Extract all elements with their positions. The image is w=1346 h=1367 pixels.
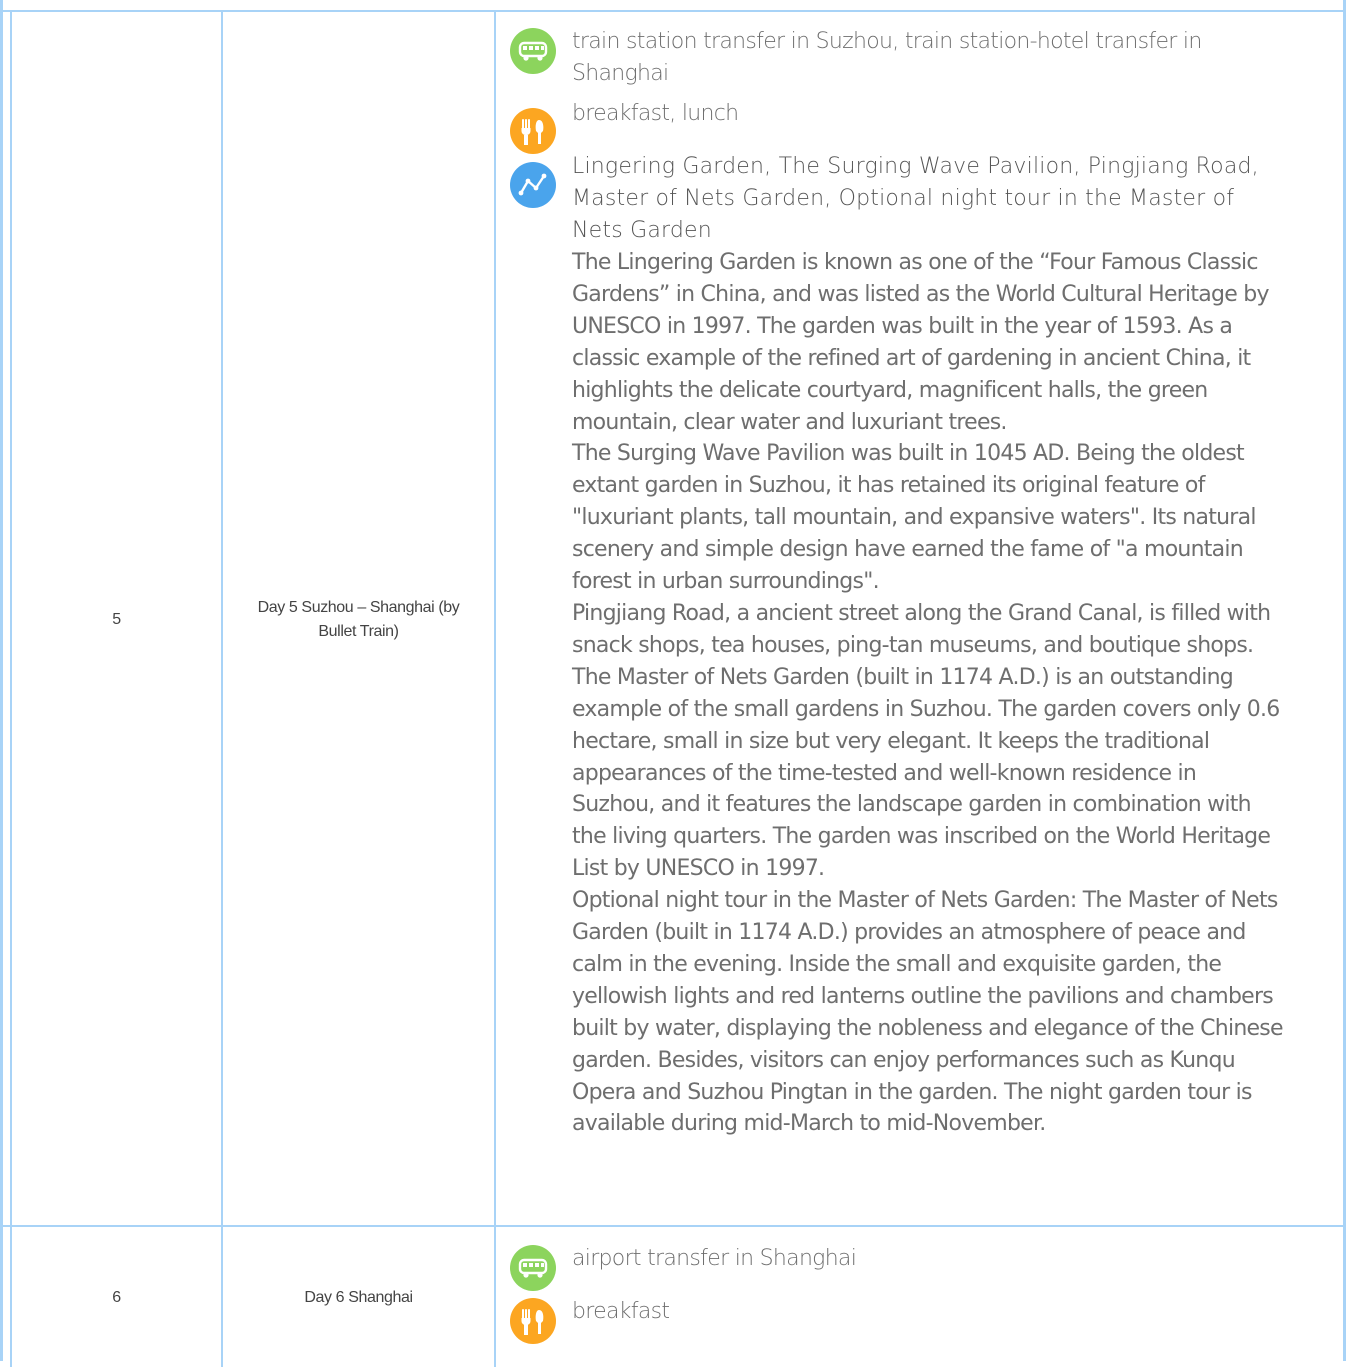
- day-number: 5: [112, 610, 121, 628]
- transfer-text: airport transfer in Shanghai: [572, 1246, 857, 1271]
- sights-item: Lingering Garden, The Surging Wave Pavil…: [510, 151, 1284, 1140]
- master-of-nets-garden-paragraph: The Master of Nets Garden (built in 1174…: [572, 664, 1280, 882]
- transfer-item: airport transfer in Shanghai: [510, 1243, 1283, 1291]
- day-number: 6: [112, 1289, 121, 1306]
- transfer-text: train station transfer in Suzhou, train …: [572, 29, 1202, 86]
- lingering-garden-paragraph: The Lingering Garden is known as one of …: [572, 250, 1270, 435]
- day-detail-cell: airport transfer in Shanghai breakfast: [494, 1227, 1343, 1367]
- day-title-cell: Day 5 Suzhou – Shanghai (by Bullet Train…: [221, 12, 494, 1227]
- day-title: Day 5 Suzhou – Shanghai (by Bullet Train…: [257, 598, 460, 640]
- itinerary-table: 5 Day 5 Suzhou – Shanghai (by Bullet Tra…: [0, 0, 1346, 1367]
- table-row: 6 Day 6 Shanghai airport transfer in Sha…: [3, 1225, 1343, 1367]
- transfer-item: train station transfer in Suzhou, train …: [510, 26, 1283, 90]
- fork-knife-icon: [510, 108, 556, 154]
- meals-item: breakfast: [510, 1296, 1283, 1344]
- day-number-cell: 6: [10, 1227, 221, 1367]
- surging-wave-pavilion-paragraph: The Surging Wave Pavilion was built in 1…: [572, 441, 1256, 595]
- meals-text: breakfast, lunch: [572, 101, 739, 126]
- day-title: Day 6 Shanghai: [304, 1289, 413, 1306]
- table-row: 5 Day 5 Suzhou – Shanghai (by Bullet Tra…: [3, 10, 1343, 1227]
- day-number-cell: 5: [10, 12, 221, 1227]
- bus-icon: [510, 1245, 556, 1291]
- bus-icon: [510, 28, 556, 74]
- pingjiang-road-paragraph: Pingjiang Road, a ancient street along t…: [572, 600, 1271, 658]
- route-icon: [510, 162, 556, 208]
- day-title-cell: Day 6 Shanghai: [221, 1227, 494, 1367]
- sights-heading: Lingering Garden, The Surging Wave Pavil…: [572, 154, 1259, 243]
- fork-knife-icon: [510, 1298, 556, 1344]
- day-detail-cell: train station transfer in Suzhou, train …: [494, 12, 1343, 1227]
- meals-text: breakfast: [572, 1299, 670, 1324]
- night-tour-paragraph: Optional night tour in the Master of Net…: [572, 888, 1284, 1137]
- sights-description: The Lingering Garden is known as one of …: [572, 247, 1284, 1140]
- meals-item: breakfast, lunch: [510, 98, 1283, 154]
